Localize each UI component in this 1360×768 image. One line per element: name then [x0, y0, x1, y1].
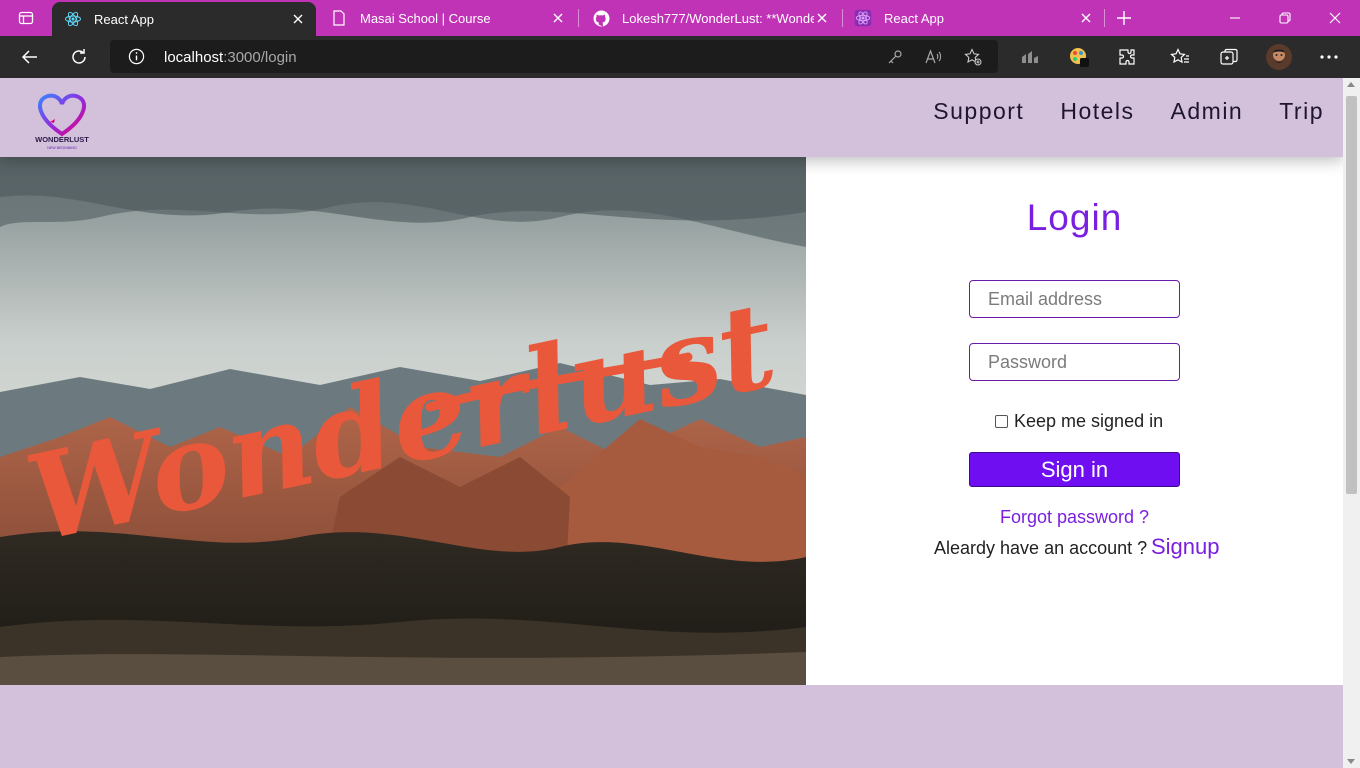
forgot-password-link[interactable]: Forgot password ?: [806, 507, 1343, 528]
tab-actions-icon[interactable]: [8, 0, 44, 36]
profile-avatar[interactable]: [1263, 41, 1295, 73]
scroll-thumb[interactable]: [1346, 96, 1357, 494]
nav-link-trip[interactable]: Trip: [1279, 98, 1324, 125]
tab-react-app-active[interactable]: React App: [52, 2, 316, 36]
signup-link[interactable]: Signup: [1151, 534, 1220, 560]
svg-text:WONDERLUST: WONDERLUST: [35, 135, 89, 144]
paint-extension-icon[interactable]: [1063, 41, 1095, 73]
github-icon: [592, 9, 610, 27]
site-info-icon[interactable]: [128, 48, 145, 65]
document-icon: [330, 9, 348, 27]
tab-react-app-2[interactable]: React App: [842, 0, 1104, 36]
collections-icon[interactable]: [1213, 41, 1245, 73]
key-icon[interactable]: [885, 47, 905, 67]
wonderlust-logo[interactable]: WONDERLUST NEW BEGINNING: [30, 90, 94, 152]
keep-signed-in-checkbox[interactable]: [995, 415, 1008, 428]
react-icon: [64, 10, 82, 28]
nav-link-admin[interactable]: Admin: [1171, 98, 1244, 125]
nav-link-support[interactable]: Support: [933, 98, 1024, 125]
browser-tab-strip: React App Masai School | Course Lokesh77…: [0, 0, 1360, 36]
more-menu-icon[interactable]: [1313, 41, 1345, 73]
tab-separator: [1104, 9, 1105, 27]
tab-title: Masai School | Course: [360, 10, 491, 26]
react-icon: [854, 9, 872, 27]
web-page: WONDERLUST NEW BEGINNING Support Hotels …: [0, 78, 1343, 768]
nav-links: Support Hotels Admin Trip: [933, 98, 1324, 125]
have-account-text: Aleardy have an account ?: [934, 538, 1148, 558]
add-favorite-icon[interactable]: [963, 47, 983, 67]
tab-title: React App: [94, 11, 154, 27]
signin-button[interactable]: Sign in: [969, 452, 1180, 487]
performance-icon[interactable]: [1014, 41, 1046, 73]
close-window-icon[interactable]: [1310, 0, 1360, 36]
browser-toolbar: localhost:3000/login: [0, 36, 1360, 78]
restore-icon[interactable]: [1260, 0, 1310, 36]
site-navbar: WONDERLUST NEW BEGINNING Support Hotels …: [0, 78, 1343, 157]
tab-title: Lokesh777/WonderLust: **Wonde: [622, 10, 814, 26]
extensions-icon[interactable]: [1111, 41, 1143, 73]
close-tab-icon[interactable]: [550, 10, 566, 26]
login-panel: Login Keep me signed in Sign in Forgot p…: [806, 157, 1343, 685]
tab-title: React App: [884, 10, 944, 26]
tab-separator: [578, 9, 579, 27]
email-input[interactable]: [969, 280, 1180, 318]
close-tab-icon[interactable]: [290, 11, 306, 27]
close-tab-icon[interactable]: [814, 10, 830, 26]
tab-masai-school[interactable]: Masai School | Course: [318, 0, 576, 36]
refresh-icon[interactable]: [63, 41, 95, 73]
hero-image: Wonderlust: [0, 157, 806, 685]
address-bar[interactable]: localhost:3000/login: [110, 40, 998, 73]
keep-signed-in-label: Keep me signed in: [1014, 411, 1164, 431]
back-icon[interactable]: [14, 41, 46, 73]
close-tab-icon[interactable]: [1078, 10, 1094, 26]
login-title: Login: [1026, 197, 1123, 238]
minimize-icon[interactable]: [1210, 0, 1260, 36]
read-aloud-icon[interactable]: [924, 47, 944, 67]
url-text: localhost:3000/login: [164, 49, 297, 66]
page-scrollbar[interactable]: [1343, 78, 1360, 768]
scroll-up-icon[interactable]: [1347, 82, 1355, 87]
nav-link-hotels[interactable]: Hotels: [1060, 98, 1134, 125]
password-input[interactable]: [969, 343, 1180, 381]
tab-github-wonderlust[interactable]: Lokesh777/WonderLust: **Wonde: [580, 0, 840, 36]
keep-signed-in[interactable]: Keep me signed in: [995, 411, 1163, 432]
scroll-down-icon[interactable]: [1347, 759, 1355, 764]
favorites-icon[interactable]: [1164, 41, 1196, 73]
svg-text:NEW BEGINNING: NEW BEGINNING: [47, 146, 77, 150]
new-tab-icon[interactable]: [1108, 0, 1140, 36]
